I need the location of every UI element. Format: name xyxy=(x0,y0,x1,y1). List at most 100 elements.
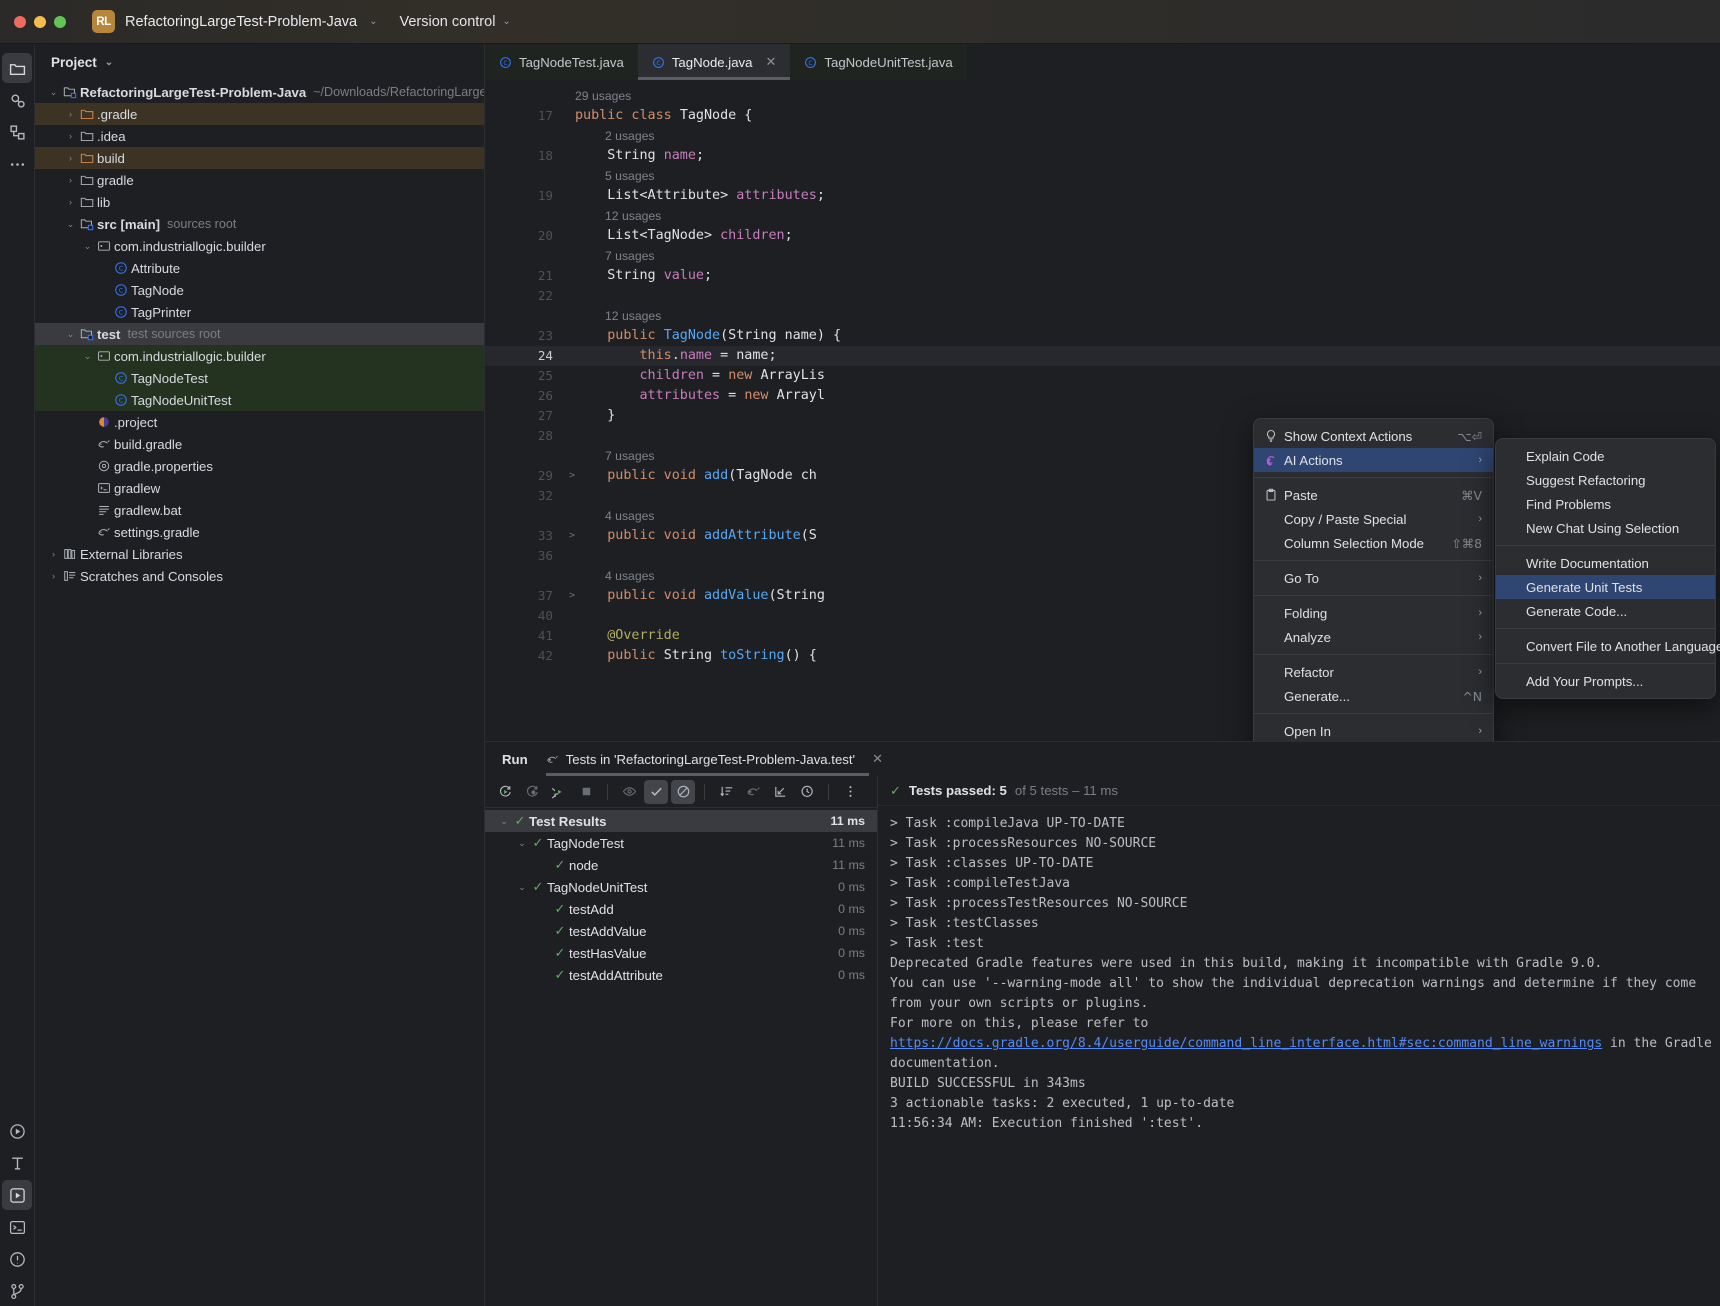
run-anything-icon[interactable] xyxy=(2,1180,32,1210)
close-window-button[interactable] xyxy=(14,15,26,28)
line-number[interactable]: 37 > xyxy=(485,586,575,606)
code-line[interactable]: attributes = new Arrayl xyxy=(565,386,1720,406)
version-control-button[interactable]: Version control ⌄ xyxy=(400,14,511,30)
tree-node-build-gradle[interactable]: build.gradle xyxy=(35,433,484,455)
ai-menu-item-explain-code[interactable]: Explain Code xyxy=(1496,444,1715,468)
menu-item-analyze[interactable]: Analyze › xyxy=(1254,625,1493,649)
run-configuration-tab[interactable]: Tests in 'RefactoringLargeTest-Problem-J… xyxy=(545,742,887,776)
menu-item-show-context-actions[interactable]: Show Context Actions ⌥⏎ xyxy=(1254,424,1493,448)
tree-node-refactoringlargetest-problem-java[interactable]: ⌄ RefactoringLargeTest-Problem-Java ~/Down… xyxy=(35,81,484,103)
line-number[interactable]: 32 xyxy=(485,486,565,506)
tree-node-gradle-properties[interactable]: gradle.properties xyxy=(35,455,484,477)
usages-hint[interactable]: 12 usages xyxy=(565,306,1720,326)
chevron-down-icon[interactable]: ⌄ xyxy=(369,16,377,27)
editor-context-menu[interactable]: Show Context Actions ⌥⏎ AI Actions › Paste ⌘V… xyxy=(1253,418,1494,741)
chevron-down-icon[interactable]: ⌄ xyxy=(515,882,529,893)
usages-hint[interactable]: 12 usages xyxy=(565,206,1720,226)
line-number[interactable]: 27 xyxy=(485,406,565,426)
ai-menu-item-write-documentation[interactable]: Write Documentation xyxy=(1496,551,1715,575)
sidebar-item-project[interactable] xyxy=(2,53,32,83)
line-number[interactable]: 18 xyxy=(485,146,565,166)
menu-item-ai-actions[interactable]: AI Actions › xyxy=(1254,448,1493,472)
test-row-tagnodeunittest[interactable]: ⌄ ✓ TagNodeUnitTest 0 ms xyxy=(485,876,877,898)
tree-node-tagprinter[interactable]: C TagPrinter xyxy=(35,301,484,323)
rerun-tests-icon[interactable] xyxy=(493,780,517,804)
close-icon[interactable]: ✕ xyxy=(872,751,883,767)
code-line[interactable]: String name; xyxy=(565,146,1720,166)
chevron-right-icon[interactable]: › xyxy=(47,571,60,581)
line-number[interactable]: 26 xyxy=(485,386,565,406)
code-line[interactable]: children = new ArrayLis xyxy=(565,366,1720,386)
menu-item-paste[interactable]: Paste ⌘V xyxy=(1254,483,1493,507)
project-panel-header[interactable]: Project ⌄ xyxy=(35,44,484,80)
tree-node-gradle[interactable]: › gradle xyxy=(35,169,484,191)
tree-node-gradle[interactable]: › .gradle xyxy=(35,103,484,125)
chevron-down-icon[interactable]: ⌄ xyxy=(81,351,94,361)
line-number[interactable]: 22 xyxy=(485,286,565,306)
code-line[interactable]: this.name = name; xyxy=(565,346,1720,366)
line-number[interactable]: 25 xyxy=(485,366,565,386)
tree-node-project[interactable]: .project xyxy=(35,411,484,433)
more-tool-windows-icon[interactable] xyxy=(2,149,32,179)
tree-node-settings-gradle[interactable]: settings.gradle xyxy=(35,521,484,543)
line-number[interactable]: 19 xyxy=(485,186,565,206)
build-console-output[interactable]: > Task :compileJava UP-TO-DATE > Task :pr… xyxy=(878,806,1720,1306)
ai-assistant-icon[interactable] xyxy=(2,1148,32,1178)
editor-tab-tagnodetest[interactable]: C TagNodeTest.java xyxy=(485,44,638,80)
stop-icon[interactable] xyxy=(574,780,598,804)
chevron-right-icon[interactable]: › xyxy=(64,109,77,119)
ai-actions-submenu[interactable]: Explain Code Suggest Refactoring Find Prob… xyxy=(1495,438,1720,699)
chevron-right-icon[interactable]: › xyxy=(64,131,77,141)
sidebar-item-structure[interactable] xyxy=(2,117,32,147)
test-toolbar[interactable] xyxy=(485,776,877,808)
tree-node-tagnodetest[interactable]: C TagNodeTest xyxy=(35,367,484,389)
test-row-testaddattribute[interactable]: ✓ testAddAttribute 0 ms xyxy=(485,964,877,986)
chevron-right-icon[interactable]: › xyxy=(64,175,77,185)
line-number[interactable]: 33 > xyxy=(485,526,575,546)
sidebar-item-commit[interactable] xyxy=(2,85,32,115)
menu-item-folding[interactable]: Folding › xyxy=(1254,601,1493,625)
ai-menu-item-suggest-refactoring[interactable]: Suggest Refactoring xyxy=(1496,468,1715,492)
window-controls[interactable] xyxy=(14,15,66,28)
code-line[interactable]: List<TagNode> children; xyxy=(565,226,1720,246)
tree-node-lib[interactable]: › lib xyxy=(35,191,484,213)
usages-hint[interactable]: 29 usages xyxy=(565,86,1720,106)
test-row-testhasvalue[interactable]: ✓ testHasValue 0 ms xyxy=(485,942,877,964)
chevron-down-icon[interactable]: ⌄ xyxy=(105,57,113,68)
menu-item-copy-paste-special[interactable]: Copy / Paste Special › xyxy=(1254,507,1493,531)
chevron-down-icon[interactable]: ⌄ xyxy=(64,219,77,229)
chevron-down-icon[interactable]: ⌄ xyxy=(64,329,77,339)
menu-item-go-to[interactable]: Go To › xyxy=(1254,566,1493,590)
tree-node-src-main[interactable]: ⌄ src [main] sources root xyxy=(35,213,484,235)
line-number[interactable]: 17 xyxy=(485,106,565,126)
terminal-icon[interactable] xyxy=(2,1212,32,1242)
test-row-test-results[interactable]: ⌄ ✓ Test Results 11 ms xyxy=(485,810,877,832)
ai-menu-item-generate-code[interactable]: Generate Code... xyxy=(1496,599,1715,623)
editor-tab-tagnode[interactable]: C TagNode.java ✕ xyxy=(637,44,791,80)
tree-node-com-industriallogic-builder[interactable]: ⌄ com.industriallogic.builder xyxy=(35,345,484,367)
chevron-right-icon[interactable]: › xyxy=(47,549,60,559)
gradle-icon[interactable] xyxy=(741,780,765,804)
menu-item-open-in[interactable]: Open In › xyxy=(1254,719,1493,741)
more-options-icon[interactable] xyxy=(838,780,862,804)
line-number[interactable]: 42 xyxy=(485,646,565,666)
project-name-label[interactable]: RefactoringLargeTest-Problem-Java xyxy=(125,14,357,30)
usages-hint[interactable]: 7 usages xyxy=(565,246,1720,266)
chevron-right-icon[interactable]: › xyxy=(64,153,77,163)
ai-menu-item-new-chat-using-selection[interactable]: New Chat Using Selection xyxy=(1496,516,1715,540)
line-number[interactable]: 23 xyxy=(485,326,565,346)
editor-tab-bar[interactable]: C TagNodeTest.java C TagNode.java ✕ C TagNodeU… xyxy=(485,44,1720,80)
run-tool-window-icon[interactable] xyxy=(2,1116,32,1146)
ai-menu-item-add-your-prompts[interactable]: Add Your Prompts... xyxy=(1496,669,1715,693)
chevron-right-icon[interactable]: › xyxy=(64,197,77,207)
tree-node-build[interactable]: › build xyxy=(35,147,484,169)
tree-node-attribute[interactable]: C Attribute xyxy=(35,257,484,279)
chevron-down-icon[interactable]: ⌄ xyxy=(497,816,511,827)
code-line[interactable]: public class TagNode { xyxy=(565,106,1720,126)
menu-item-refactor[interactable]: Refactor › xyxy=(1254,660,1493,684)
code-line[interactable]: public TagNode(String name) { xyxy=(565,326,1720,346)
code-editor[interactable]: 17 18 19 20 21 22 23 24 25 26 27 28 29 >32 33 >36 37 >40 4… xyxy=(485,80,1720,741)
tree-node-com-industriallogic-builder[interactable]: ⌄ com.industriallogic.builder xyxy=(35,235,484,257)
editor-gutter[interactable]: 17 18 19 20 21 22 23 24 25 26 27 28 29 >32 33 >36 37 >40 4… xyxy=(485,80,575,741)
tree-node-idea[interactable]: › .idea xyxy=(35,125,484,147)
